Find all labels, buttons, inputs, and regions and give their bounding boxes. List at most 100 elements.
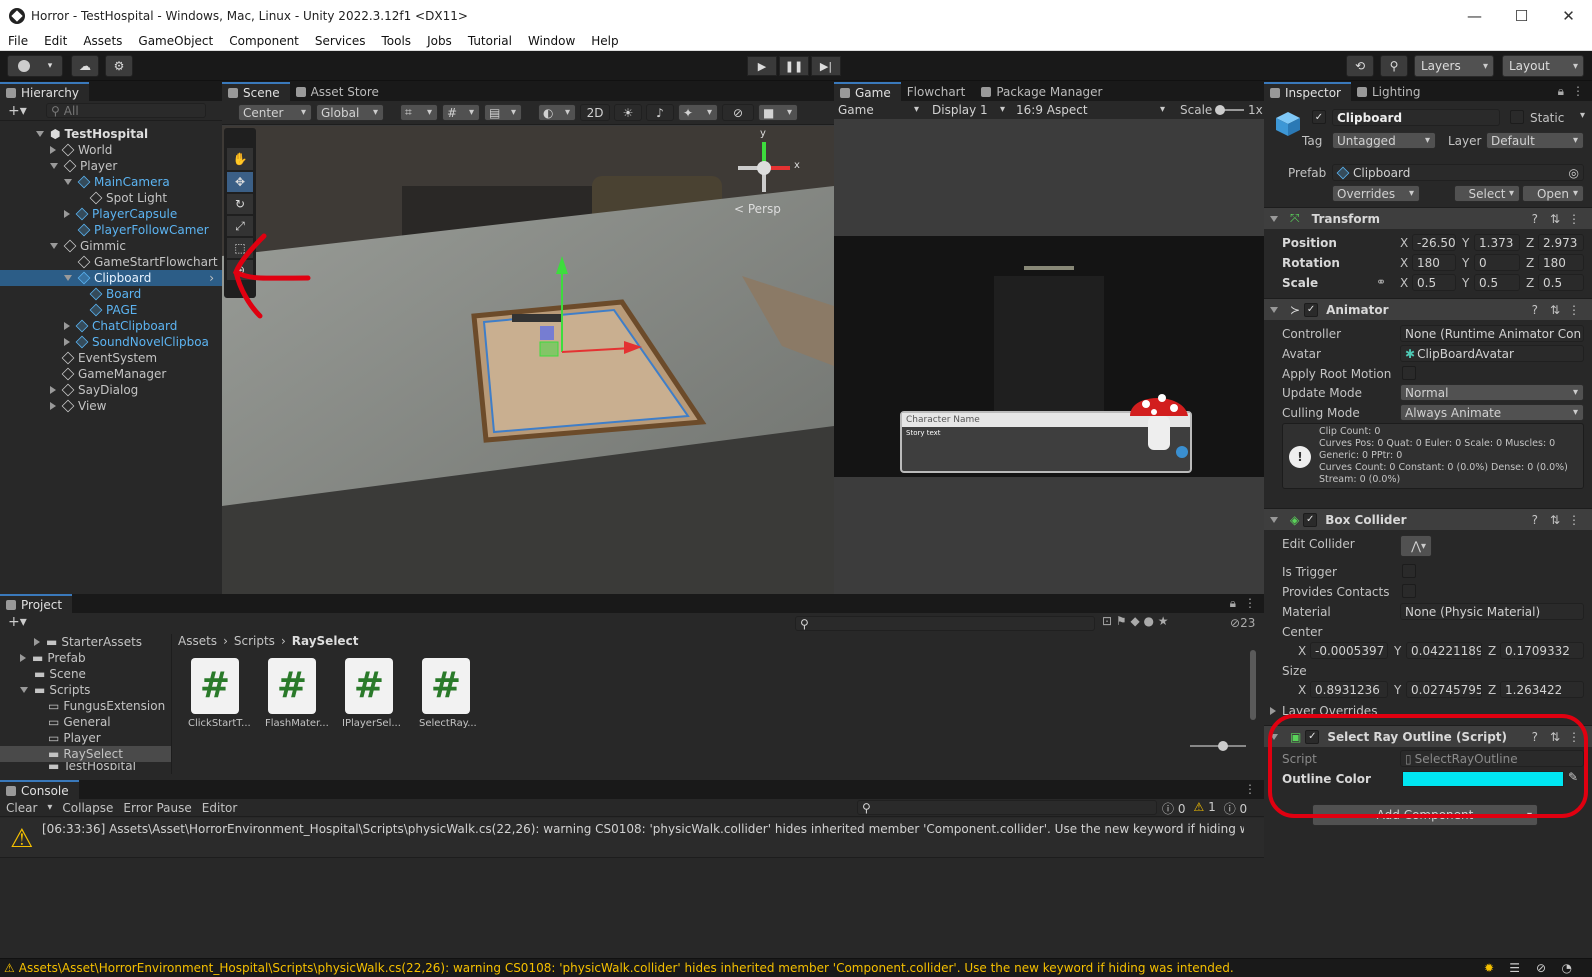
log-toggle[interactable]: ⓘ 0 [1162,800,1185,817]
play-button[interactable]: ▶ [747,56,777,76]
more-icon[interactable]: ⋮ [1568,303,1580,317]
hierarchy-item-board[interactable]: Board [0,286,222,302]
warning-toggle[interactable]: ⚠ 1 [1193,800,1215,817]
hierarchy-item-gamemanager[interactable]: GameManager [0,366,222,382]
hierarchy-item-saydialog[interactable]: SayDialog [0,382,222,398]
more-icon[interactable]: ⋮ [1244,596,1256,610]
account-button[interactable]: ▾ [7,55,63,77]
game-viewport[interactable]: Character Name Story text [834,236,1264,477]
menu-tutorial[interactable]: Tutorial [460,34,520,48]
hierarchy-item-gamestartflowchart[interactable]: GameStartFlowchart [0,254,222,270]
asset-file-clickstart[interactable]: # ClickStartT... [188,658,251,729]
static-checkbox[interactable] [1510,110,1524,124]
hierarchy-item-clipboard[interactable]: Clipboard › [0,270,222,286]
center-z-field[interactable]: 0.1709332 [1500,642,1584,659]
layer-dropdown[interactable]: Default [1486,132,1584,149]
position-z-field[interactable]: 2.973 [1538,234,1584,251]
hierarchy-item-player[interactable]: Player [0,158,222,174]
hierarchy-item-page[interactable]: PAGE [0,302,222,318]
hierarchy-item-playerfollowcamera[interactable]: PlayerFollowCamer [0,222,222,238]
minimize-button[interactable]: — [1451,0,1498,31]
menu-help[interactable]: Help [583,34,626,48]
hidden-count[interactable]: ⊘23 [1230,616,1255,630]
hierarchy-item-playercapsule[interactable]: PlayerCapsule [0,206,222,222]
move-tool-icon[interactable]: ✥ [227,172,253,192]
tab-project[interactable]: Project [0,594,73,613]
tag-dropdown[interactable]: Untagged [1332,132,1436,149]
breadcrumb-item[interactable]: Scripts [234,634,275,648]
hierarchy-item-view[interactable]: View [0,398,222,414]
more-icon[interactable]: ⋮ [1572,84,1584,98]
chevron-down-icon[interactable]: ▾ [47,802,52,813]
error-pause-button[interactable]: Error Pause [123,801,191,815]
tab-scene[interactable]: Scene [222,82,290,101]
visibility-toggle[interactable]: ⊘ [722,104,754,121]
folder-testhospital[interactable]: ▬ TestHospital [0,762,171,770]
error-toggle[interactable]: ⓘ 0 [1224,800,1247,817]
hierarchy-item-chatclipboard[interactable]: ChatClipboard [0,318,222,334]
position-x-field[interactable]: -26.50 [1412,234,1456,251]
material-field[interactable]: None (Physic Material) [1400,603,1584,620]
add-icon[interactable]: +▾ [8,614,27,630]
audio-toggle[interactable]: ♪ [646,104,674,121]
display-dropdown[interactable]: Display 1 [928,101,1010,118]
center-x-field[interactable]: -0.0005397 [1310,642,1388,659]
effects-dropdown[interactable]: ✦ [678,104,718,121]
maximize-button[interactable]: ☐ [1498,0,1545,31]
console-entry[interactable]: ⚠ [06:33:36] Assets\Asset\HorrorEnvironm… [0,818,1264,858]
size-y-field[interactable]: 0.02745795 [1406,681,1482,698]
chevron-right-icon[interactable]: › [209,271,214,285]
provides-contacts-checkbox[interactable] [1402,584,1416,598]
game-view-dropdown[interactable]: Game [834,101,924,118]
folder-player[interactable]: ▭ Player [0,730,171,746]
tab-inspector[interactable]: Inspector [1264,82,1351,101]
tab-flowchart[interactable]: Flowchart [900,82,976,101]
folder-prefab[interactable]: ▬ Prefab [0,650,171,666]
scale-y-field[interactable]: 0.5 [1474,274,1520,291]
layers-dropdown[interactable]: Layers [1414,55,1494,77]
avatar-field[interactable]: ✱ ClipBoardAvatar [1400,345,1584,362]
controller-field[interactable]: None (Runtime Animator Con [1400,325,1584,342]
center-y-field[interactable]: 0.04221189 [1406,642,1482,659]
scene-root[interactable]: ⬢ TestHospital [0,126,222,142]
aspect-dropdown[interactable]: 16:9 Aspect [1012,101,1170,118]
menu-component[interactable]: Component [221,34,307,48]
asset-file-iplayerselect[interactable]: # IPlayerSel... [342,658,401,729]
debug-icon[interactable]: ⊘ [1536,961,1546,975]
folder-rayselect[interactable]: ▬ RaySelect [0,746,171,762]
prefab-open-button[interactable]: Open [1522,185,1584,202]
culling-mode-dropdown[interactable]: Always Animate [1400,404,1584,421]
step-button[interactable]: ▶| [811,56,841,76]
2d-toggle[interactable]: 2D [580,104,610,121]
menu-edit[interactable]: Edit [36,34,75,48]
folder-general[interactable]: ▭ General [0,714,171,730]
cloud-button[interactable]: ☁ [71,55,99,77]
add-icon[interactable]: +▾ [8,103,27,119]
update-mode-dropdown[interactable]: Normal [1400,384,1584,401]
animator-enabled-checkbox[interactable]: ✓ [1304,302,1319,317]
preset-icon[interactable]: ⇅ [1550,212,1560,226]
asset-file-flashmaterial[interactable]: # FlashMater... [265,658,329,729]
snap-dropdown[interactable]: ⌗ [400,104,438,121]
size-x-field[interactable]: 0.8931236 [1310,681,1388,698]
menu-assets[interactable]: Assets [75,34,130,48]
scale-slider[interactable] [1215,105,1244,115]
rotation-y-field[interactable]: 0 [1474,254,1520,271]
menu-tools[interactable]: Tools [374,34,420,48]
link-icon[interactable]: ⚭ [1376,275,1386,289]
layout-dropdown[interactable]: Layout [1502,55,1584,77]
size-z-field[interactable]: 1.263422 [1500,681,1584,698]
edit-collider-button[interactable]: ⋀ [1400,535,1432,557]
perspective-label[interactable]: < Persp [734,202,781,216]
active-checkbox[interactable]: ✓ [1312,110,1326,124]
progress-icon[interactable]: ◔ [1562,961,1572,975]
tab-package-manager[interactable]: Package Manager [975,82,1113,101]
folder-scene[interactable]: ▬ Scene [0,666,171,682]
hierarchy-search-input[interactable]: ⚲ All [46,103,206,118]
hierarchy-item-soundnovelclipboard[interactable]: SoundNovelClipboa [0,334,222,350]
collapse-button[interactable]: Collapse [62,801,113,815]
overrides-dropdown[interactable]: Overrides [1332,185,1420,202]
status-message[interactable]: Assets\Asset\HorrorEnvironment_Hospital\… [19,961,1459,975]
database-icon[interactable]: ☰ [1509,961,1520,975]
camera-dropdown[interactable]: ■ [758,104,798,121]
